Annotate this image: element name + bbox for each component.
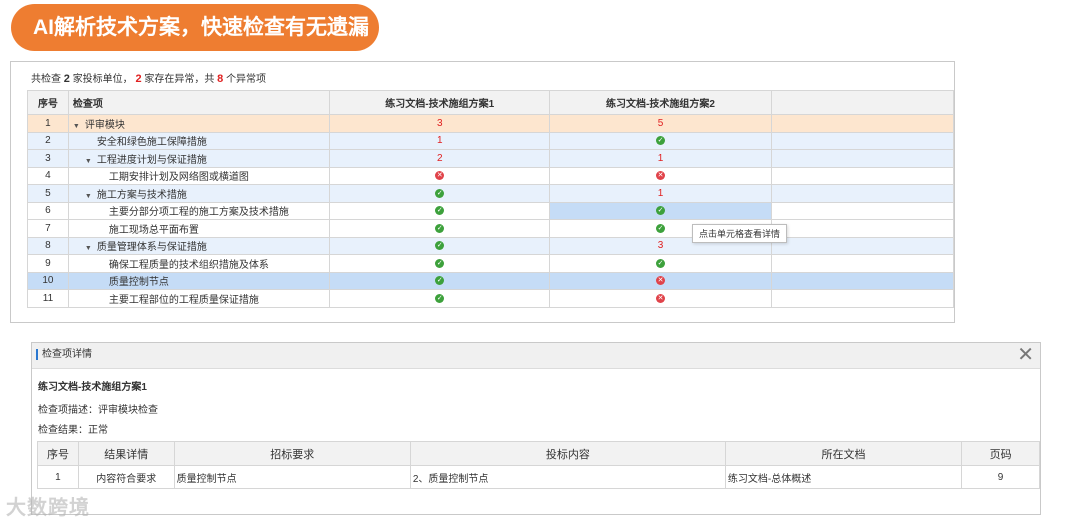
bidder-count: 2 <box>63 73 70 85</box>
col-item-header[interactable]: 检查项 <box>67 90 331 115</box>
error-circle-icon: ✕ <box>656 171 665 181</box>
check-circle-icon: ✓ <box>435 206 445 216</box>
check-circle-icon: ✓ <box>656 206 665 216</box>
collapse-triangle-icon[interactable]: ▼ <box>85 245 92 252</box>
dialog-title: 检查项详情 <box>36 349 92 360</box>
check-circle-icon: ✓ <box>435 223 445 233</box>
detail-row[interactable]: 1 内容符合要求 质量控制节点 2、质量控制节点 练习文档-总体概述 9 <box>37 465 1040 489</box>
col-plan2-header[interactable]: 练习文档-技术施组方案2 <box>549 90 772 115</box>
plan2-cell[interactable]: ✓ <box>549 131 772 150</box>
table-row-selected[interactable]: 10 质量控制节点 ✓ ✕ <box>27 271 955 290</box>
detail-col-content: 投标内容 <box>409 441 726 466</box>
check-table: 序号 检查项 练习文档-技术施组方案1 练习文档-技术施组方案2 1 ▼ 评审模块… <box>27 90 955 308</box>
plan1-cell[interactable]: ✓ <box>329 219 551 238</box>
col-empty-header <box>770 90 955 115</box>
cell-tooltip: 点击单元格查看详情 <box>692 224 788 243</box>
error-circle-icon: ✕ <box>656 293 665 303</box>
plan2-cell[interactable]: ✓ <box>549 254 772 273</box>
check-circle-icon: ✓ <box>656 223 665 233</box>
check-circle-icon: ✓ <box>435 258 445 268</box>
table-row[interactable]: 9 确保工程质量的技术组织措施及体系 ✓ ✓ <box>27 254 955 273</box>
plan1-cell[interactable]: ✓ <box>329 236 551 255</box>
detail-result: 检查结果：正常 <box>38 425 108 436</box>
detail-col-req: 招标要求 <box>173 441 411 466</box>
banner-title: AI解析技术方案，快速检查有无遗漏 <box>11 4 379 51</box>
detail-col-no: 序号 <box>37 441 79 466</box>
plan2-cell[interactable]: ✕ <box>549 271 772 290</box>
check-circle-icon: ✓ <box>435 188 445 198</box>
plan2-cell[interactable]: ✕ <box>549 166 772 185</box>
table-row[interactable]: 2 安全和绿色施工保障措施 1 ✓ <box>27 131 955 150</box>
plan1-cell[interactable]: 2 <box>329 149 551 168</box>
table-row[interactable]: 11 主要工程部位的工程质量保证措施 ✓ ✕ <box>27 289 955 308</box>
check-circle-icon: ✓ <box>435 276 445 286</box>
plan1-cell[interactable]: ✓ <box>329 271 551 290</box>
collapse-triangle-icon[interactable]: ▼ <box>85 158 92 165</box>
collapse-triangle-icon[interactable]: ▼ <box>73 123 80 130</box>
plan2-cell[interactable]: ✕ <box>549 289 772 308</box>
check-circle-icon: ✓ <box>656 136 665 146</box>
table-row[interactable]: 6 主要分部分项工程的施工方案及技术措施 ✓ ✓ <box>27 201 955 220</box>
table-row[interactable]: 1 ▼ 评审模块 3 5 <box>27 114 955 133</box>
error-circle-icon: ✕ <box>435 171 445 181</box>
table-row[interactable]: 5 ▼ 施工方案与技术措施 ✓ 1 <box>27 184 955 203</box>
summary-line: 共检查 2 家投标单位， 2 家存在异常，共 8 个异常项 <box>31 73 267 85</box>
plan2-cell[interactable]: 5 <box>549 114 772 133</box>
watermark: 大数跨境 <box>6 497 90 519</box>
plan1-cell[interactable]: 3 <box>329 114 551 133</box>
table-row[interactable]: 4 工期安排计划及网络图或横道图 ✕ ✕ <box>27 166 955 185</box>
plan1-cell[interactable]: 1 <box>329 131 551 150</box>
detail-dialog: 检查项详情 ✕ 练习文档-技术施组方案1 检查项描述：评审模块检查 检查结果：正… <box>31 342 1041 515</box>
table-row[interactable]: 7 施工现场总平面布置 ✓ ✓ <box>27 219 955 238</box>
collapse-triangle-icon[interactable]: ▼ <box>85 193 92 200</box>
plan2-cell[interactable]: 1 <box>549 184 772 203</box>
table-row[interactable]: 3 ▼ 工程进度计划与保证措施 2 1 <box>27 149 955 168</box>
col-plan1-header[interactable]: 练习文档-技术施组方案1 <box>329 90 551 115</box>
detail-col-file: 所在文档 <box>724 441 963 466</box>
plan1-cell[interactable]: ✓ <box>329 254 551 273</box>
plan1-cell[interactable]: ✓ <box>329 289 551 308</box>
detail-description: 检查项描述：评审模块检查 <box>38 405 158 416</box>
detail-col-result: 结果详情 <box>77 441 175 466</box>
detail-doc-name: 练习文档-技术施组方案1 <box>38 382 147 393</box>
plan2-cell[interactable]: ✓ <box>549 201 772 220</box>
table-row[interactable]: 8 ▼ 质量管理体系与保证措施 ✓ 3 <box>27 236 955 255</box>
detail-col-page: 页码 <box>961 441 1040 466</box>
plan2-cell[interactable]: 1 <box>549 149 772 168</box>
plan1-cell[interactable]: ✓ <box>329 184 551 203</box>
plan1-cell[interactable]: ✓ <box>329 201 551 220</box>
detail-table: 序号 结果详情 招标要求 投标内容 所在文档 页码 1 内容符合要求 质量控制节… <box>37 441 1040 489</box>
abnormal-count: 2 <box>135 73 142 85</box>
dialog-header: 检查项详情 ✕ <box>32 343 1040 369</box>
check-circle-icon: ✓ <box>435 241 445 251</box>
check-circle-icon: ✓ <box>435 293 445 303</box>
issue-count: 8 <box>217 73 224 85</box>
check-results-panel: 共检查 2 家投标单位， 2 家存在异常，共 8 个异常项 序号 检查项 练习文… <box>10 61 955 323</box>
close-icon[interactable]: ✕ <box>1017 345 1034 365</box>
check-circle-icon: ✓ <box>656 258 665 268</box>
plan1-cell[interactable]: ✕ <box>329 166 551 185</box>
col-no-header[interactable]: 序号 <box>27 90 69 115</box>
error-circle-icon: ✕ <box>656 276 665 286</box>
